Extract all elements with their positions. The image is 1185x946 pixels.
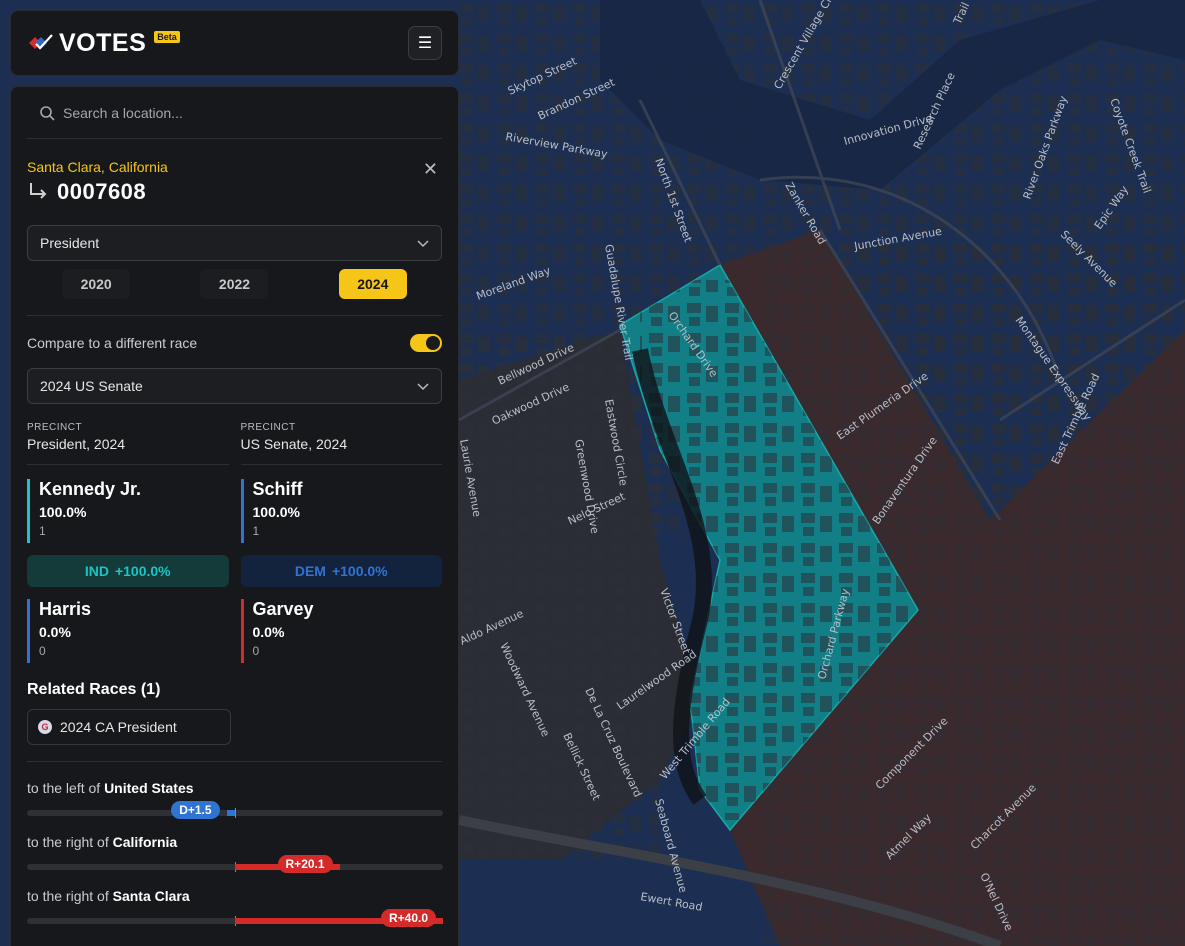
lean-track: R+20.1 <box>27 855 443 873</box>
candidate-percent: 0.0% <box>252 624 285 640</box>
lean-badge: D+1.5 <box>171 801 220 819</box>
chevron-down-icon <box>417 235 429 251</box>
candidate-name: Garvey <box>252 599 314 619</box>
lean-row: to the right of Santa Clara R+40.0 <box>27 888 443 927</box>
candidate-card[interactable]: Garvey 0.0% 0 <box>240 599 443 663</box>
menu-button[interactable]: ☰ <box>408 26 442 60</box>
lean-place: Santa Clara <box>112 888 190 904</box>
margin-badge: DEM +100.0% <box>240 555 442 587</box>
results-columns: PRECINCT President, 2024 Kennedy Jr. 100… <box>27 422 442 663</box>
return-arrow-icon <box>30 183 47 199</box>
candidate-votes: 1 <box>252 524 260 538</box>
race-select-value: President <box>40 235 100 251</box>
app-name: VOTES <box>59 28 147 57</box>
candidate-percent: 100.0% <box>39 504 87 520</box>
related-races-title: Related Races (1) <box>27 681 161 698</box>
candidate-card[interactable]: Schiff 100.0% 1 <box>240 479 443 543</box>
results-column-senate: PRECINCT US Senate, 2024 Schiff 100.0% 1… <box>240 422 443 663</box>
compare-label: Compare to a different race <box>27 335 198 351</box>
lean-place: United States <box>104 780 194 796</box>
related-race-button[interactable]: G 2024 CA President <box>27 709 231 745</box>
candidate-percent: 100.0% <box>252 504 300 520</box>
compare-race-value: 2024 US Senate <box>40 378 143 394</box>
compare-race-select[interactable]: 2024 US Senate <box>27 368 442 404</box>
app-header: VOTES Beta ☰ <box>10 10 459 76</box>
candidate-name: Kennedy Jr. <box>39 479 142 499</box>
lean-prefix: to the right of <box>27 888 109 904</box>
lean-badge: R+40.0 <box>381 909 437 927</box>
side-panel: Santa Clara, California 0007608 ✕ Presid… <box>10 86 459 946</box>
precinct-id: 0007608 <box>57 179 147 204</box>
race-select[interactable]: President <box>27 225 442 261</box>
column-title: President, 2024 <box>27 436 126 452</box>
candidate-card[interactable]: Harris 0.0% 0 <box>27 599 229 663</box>
column-kicker: PRECINCT <box>240 422 296 433</box>
related-race-label: 2024 CA President <box>60 719 177 735</box>
candidate-votes: 1 <box>39 524 46 538</box>
logo-icon <box>29 34 53 50</box>
search-input[interactable] <box>63 104 423 121</box>
results-column-president: PRECINCT President, 2024 Kennedy Jr. 100… <box>27 422 229 663</box>
lean-place: California <box>112 834 178 850</box>
chevron-down-icon <box>417 378 429 394</box>
margin-value: +100.0% <box>114 563 171 579</box>
location-name[interactable]: Santa Clara, California <box>27 159 442 175</box>
margin-value: +100.0% <box>331 563 388 579</box>
year-tab-2024[interactable]: 2024 <box>338 269 407 299</box>
lean-fill <box>227 810 235 816</box>
candidate-votes: 0 <box>39 644 46 658</box>
year-tab-2022[interactable]: 2022 <box>200 269 269 299</box>
lean-prefix: to the left of <box>27 780 101 796</box>
beta-badge: Beta <box>154 31 180 43</box>
column-title: US Senate, 2024 <box>240 436 348 452</box>
search-bar <box>27 87 442 139</box>
margin-party: DEM <box>294 563 326 579</box>
lean-track: R+40.0 <box>27 909 443 927</box>
compare-row: Compare to a different race <box>27 334 442 352</box>
candidate-card[interactable]: Kennedy Jr. 100.0% 1 <box>27 479 229 543</box>
column-kicker: PRECINCT <box>27 422 83 433</box>
search-icon <box>40 105 55 121</box>
location-header: Santa Clara, California 0007608 ✕ <box>27 159 442 205</box>
candidate-votes: 0 <box>252 644 260 658</box>
close-icon[interactable]: ✕ <box>423 159 438 180</box>
candidate-percent: 0.0% <box>39 624 71 640</box>
margin-party: IND <box>84 563 109 579</box>
lean-badge: R+20.1 <box>277 855 333 873</box>
lean-track: D+1.5 <box>27 801 443 819</box>
logo[interactable]: VOTES Beta <box>27 29 180 58</box>
margin-badge: IND +100.0% <box>27 555 229 587</box>
lean-row: to the right of California R+20.1 <box>27 834 443 873</box>
year-tabs: 2020 2022 2024 <box>27 269 442 316</box>
race-g-icon: G <box>38 720 52 734</box>
year-tab-2020[interactable]: 2020 <box>62 269 131 299</box>
lean-prefix: to the right of <box>27 834 109 850</box>
hamburger-icon: ☰ <box>417 35 433 52</box>
compare-toggle[interactable] <box>410 334 442 352</box>
candidate-name: Schiff <box>252 479 303 499</box>
lean-row: to the left of United States D+1.5 <box>27 780 443 819</box>
candidate-name: Harris <box>39 599 92 619</box>
lean-section: to the left of United States D+1.5 to th… <box>27 761 443 927</box>
